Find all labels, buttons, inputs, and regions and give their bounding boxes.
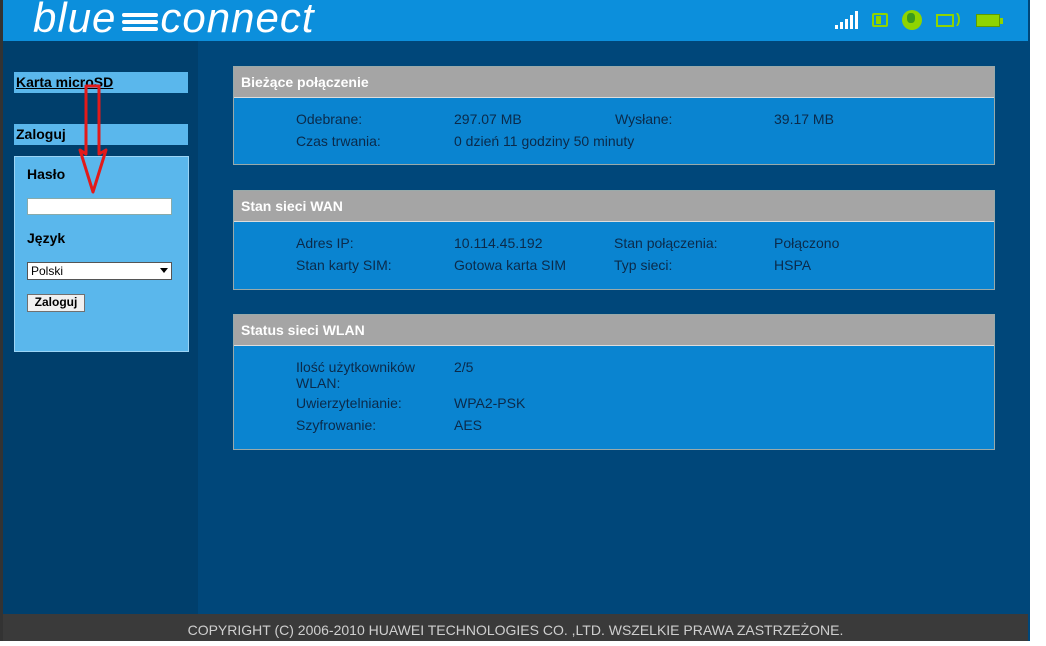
duration-value: 0 dzień 11 godziny 50 minuty [454,133,635,149]
current-connection-panel: Bieżące połączenie Odebrane: 297.07 MB W… [233,66,995,165]
login-button[interactable]: Zaloguj [27,294,85,312]
language-select[interactable]: Polski [27,262,172,280]
header-bar: blue connect [3,0,1028,41]
sim-icon [872,13,888,27]
status-icons [835,10,1003,30]
ip-label: Adres IP: [296,235,354,251]
globe-icon [902,10,922,30]
sent-label: Wysłane: [615,111,673,127]
wlan-users-label-line1: Ilość użytkowników [296,359,416,375]
wan-status-panel: Stan sieci WAN Adres IP: 10.114.45.192 S… [233,190,995,290]
network-type-value: HSPA [774,257,812,273]
panel-title: Status sieci WLAN [234,315,994,346]
wlan-users-value: 2/5 [454,359,474,375]
sent-value: 39.17 MB [774,111,834,127]
wlan-icon [936,10,961,27]
encryption-value: AES [454,417,483,433]
sim-status-value: Gotowa karta SIM [454,257,567,273]
brand-logo: blue connect [33,0,315,42]
battery-icon [976,13,1003,27]
received-label: Odebrane: [296,111,363,127]
connection-status-label: Stan połączenia: [614,235,718,251]
authentication-label: Uwierzytelnianie: [296,395,402,411]
signal-icon [835,11,858,29]
encryption-label: Szyfrowanie: [296,417,377,433]
logo-text-right: connect [160,0,315,41]
wlan-status-panel: Status sieci WLAN Ilość użytkowników WLA… [233,314,995,450]
panel-title: Bieżące połączenie [234,67,994,98]
footer-copyright: COPYRIGHT (C) 2006-2010 HUAWEI TECHNOLOG… [3,614,1028,641]
panel-title: Stan sieci WAN [234,191,994,222]
connection-status-value: Połączono [774,235,840,251]
password-input[interactable] [27,198,172,215]
sim-status-label: Stan karty SIM: [296,257,392,273]
language-label: Język [27,230,66,246]
chevron-down-icon [160,268,168,273]
ip-value: 10.114.45.192 [454,235,543,251]
wlan-users-label-line2: WLAN: [296,375,341,391]
received-value: 297.07 MB [454,111,522,127]
network-type-label: Typ sieci: [614,257,673,273]
language-selected-value: Polski [31,264,64,278]
logo-text-left: blue [33,0,117,41]
password-label: Hasło [27,166,66,182]
logo-lines-icon [118,6,159,36]
authentication-value: WPA2-PSK [454,395,526,411]
duration-label: Czas trwania: [296,133,381,149]
red-arrow-annotation [78,84,108,194]
